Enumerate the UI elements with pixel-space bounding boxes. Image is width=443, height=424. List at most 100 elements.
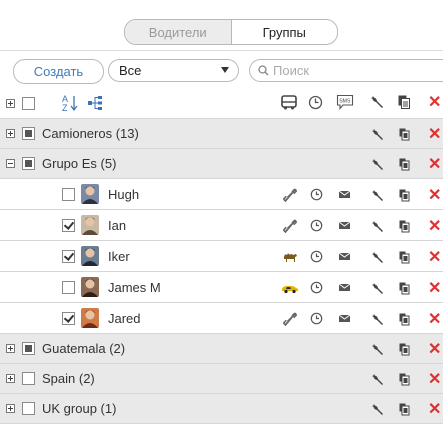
clock-icon: [308, 95, 323, 110]
driver-name[interactable]: Iker: [108, 249, 130, 264]
svg-text:Z: Z: [62, 103, 68, 112]
delete-icon[interactable]: ✕: [428, 312, 441, 328]
group-row: Camioneros (13) ✕: [0, 119, 443, 149]
group-checkbox[interactable]: [22, 127, 35, 140]
delete-icon[interactable]: ✕: [428, 188, 441, 204]
driver-checkbox[interactable]: [62, 188, 75, 201]
driver-name[interactable]: Ian: [108, 218, 126, 233]
delete-icon[interactable]: ✕: [428, 157, 441, 173]
copy-icon[interactable]: [399, 403, 410, 416]
avatar: [81, 277, 99, 297]
delete-icon[interactable]: ✕: [428, 127, 441, 143]
message-icon[interactable]: [338, 313, 351, 324]
group-tree-icon[interactable]: [88, 96, 104, 110]
delete-icon[interactable]: ✕: [428, 342, 441, 358]
driver-checkbox[interactable]: [62, 312, 75, 325]
clock-icon[interactable]: [310, 312, 323, 325]
expand-icon[interactable]: [6, 129, 15, 138]
group-label[interactable]: Camioneros (13): [42, 126, 139, 141]
group-row: Guatemala (2) ✕: [0, 334, 443, 364]
expand-all-icon[interactable]: [6, 99, 15, 108]
copy-icon[interactable]: [399, 251, 410, 264]
wrench-icon[interactable]: [371, 251, 384, 264]
wrench-icon[interactable]: [371, 128, 384, 141]
driver-checkbox[interactable]: [62, 219, 75, 232]
wrench-icon[interactable]: [371, 373, 384, 386]
group-label[interactable]: Guatemala (2): [42, 341, 125, 356]
link-icon[interactable]: [283, 312, 297, 326]
copy-icon[interactable]: [399, 343, 410, 356]
group-label[interactable]: UK group (1): [42, 401, 116, 416]
driver-name[interactable]: Hugh: [108, 187, 139, 202]
message-icon[interactable]: [338, 251, 351, 262]
expand-icon[interactable]: [6, 344, 15, 353]
group-label[interactable]: Spain (2): [42, 371, 95, 386]
link-icon[interactable]: [283, 188, 297, 202]
message-icon[interactable]: [338, 189, 351, 200]
group-checkbox[interactable]: [22, 157, 35, 170]
search-icon: [258, 65, 269, 76]
tab-switcher: Водители Группы: [124, 19, 338, 45]
message-icon[interactable]: [338, 220, 351, 231]
driver-checkbox[interactable]: [62, 281, 75, 294]
svg-text:SMS: SMS: [339, 99, 351, 105]
avatar: [81, 308, 99, 328]
avatar: [81, 184, 99, 204]
group-checkbox[interactable]: [22, 342, 35, 355]
wrench-icon: [371, 96, 383, 108]
collapse-icon[interactable]: [6, 159, 15, 168]
driver-row: James M ✕: [0, 272, 443, 303]
wrench-icon[interactable]: [371, 282, 384, 295]
driver-checkbox[interactable]: [62, 250, 75, 263]
copy-icon: [398, 95, 410, 109]
driver-name[interactable]: Jared: [108, 311, 141, 326]
wrench-icon[interactable]: [371, 313, 384, 326]
copy-icon[interactable]: [399, 220, 410, 233]
clock-icon[interactable]: [310, 281, 323, 294]
clock-icon[interactable]: [310, 188, 323, 201]
sort-az-icon[interactable]: A Z: [62, 94, 78, 112]
clock-icon[interactable]: [310, 219, 323, 232]
wrench-icon[interactable]: [371, 189, 384, 202]
copy-icon[interactable]: [399, 128, 410, 141]
group-checkbox[interactable]: [22, 402, 35, 415]
select-all-checkbox[interactable]: [22, 97, 35, 110]
clock-icon[interactable]: [310, 250, 323, 263]
copy-icon[interactable]: [399, 158, 410, 171]
search-box: [249, 59, 443, 82]
wrench-icon[interactable]: [371, 158, 384, 171]
camel-icon[interactable]: [282, 251, 298, 263]
wrench-icon[interactable]: [371, 403, 384, 416]
group-row: Grupo Es (5) ✕: [0, 149, 443, 179]
link-icon[interactable]: [283, 219, 297, 233]
group-checkbox[interactable]: [22, 372, 35, 385]
create-button[interactable]: Создать: [13, 59, 104, 84]
delete-icon[interactable]: ✕: [428, 219, 441, 235]
search-input[interactable]: [269, 63, 423, 78]
copy-icon[interactable]: [399, 313, 410, 326]
tab-groups[interactable]: Группы: [232, 20, 338, 44]
delete-icon[interactable]: ✕: [428, 281, 441, 297]
wrench-icon[interactable]: [371, 220, 384, 233]
driver-row: Ian ✕: [0, 210, 443, 241]
expand-icon[interactable]: [6, 404, 15, 413]
message-icon[interactable]: [338, 282, 351, 293]
driver-name[interactable]: James M: [108, 280, 161, 295]
wrench-icon[interactable]: [371, 343, 384, 356]
filter-select[interactable]: Все: [108, 59, 239, 82]
group-label[interactable]: Grupo Es (5): [42, 156, 116, 171]
tab-drivers[interactable]: Водители: [125, 20, 232, 44]
bus-icon: [281, 95, 297, 110]
avatar: [81, 215, 99, 235]
car-icon[interactable]: [281, 282, 299, 294]
driver-row: Hugh ✕: [0, 179, 443, 210]
copy-icon[interactable]: [399, 373, 410, 386]
delete-icon[interactable]: ✕: [428, 372, 441, 388]
avatar: [81, 246, 99, 266]
filter-value: Все: [119, 63, 142, 78]
copy-icon[interactable]: [399, 189, 410, 202]
delete-icon[interactable]: ✕: [428, 250, 441, 266]
close-icon: ✕: [428, 94, 442, 111]
copy-icon[interactable]: [399, 282, 410, 295]
expand-icon[interactable]: [6, 374, 15, 383]
